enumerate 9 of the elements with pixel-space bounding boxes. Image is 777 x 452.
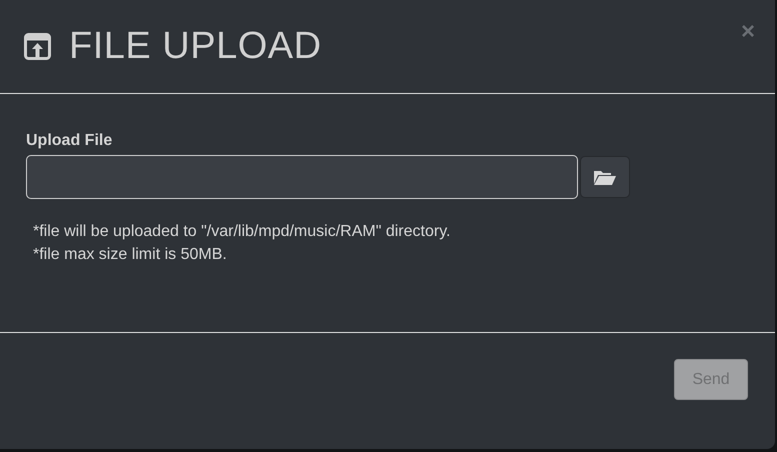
browse-button[interactable]	[580, 156, 630, 198]
dialog-title: FILE UPLOAD	[69, 25, 322, 68]
upload-icon	[24, 33, 51, 60]
folder-icon	[593, 168, 617, 186]
help-note: *file max size limit is 50MB.	[33, 245, 228, 265]
help-note: *file will be uploaded to "/var/lib/mpd/music/RAM" directory.	[33, 222, 452, 242]
field-label: Upload File	[26, 132, 114, 150]
close-button[interactable]: ×	[740, 18, 755, 46]
file-input-field[interactable]	[26, 155, 578, 199]
